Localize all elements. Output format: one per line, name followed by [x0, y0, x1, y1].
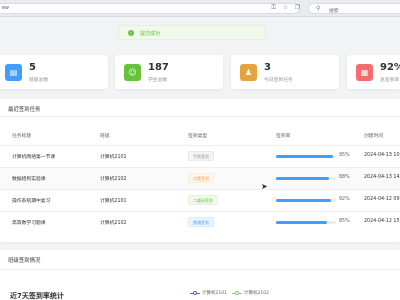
panel-title: 最近签到任务	[8, 107, 41, 113]
panel-title: 班级签到情况	[8, 258, 41, 264]
stat-label: 总签到率	[380, 78, 400, 83]
star-icon[interactable]: ☆	[282, 4, 289, 11]
column-header[interactable]: 班级	[100, 132, 110, 139]
stat-card-tasks: ♟ 3 今日签到任务	[231, 55, 339, 89]
divider	[0, 269, 400, 270]
column-header[interactable]: 签到类型	[188, 132, 207, 139]
stat-card-classes: ▤ 5 班级总数	[0, 55, 108, 89]
browser-actions: ⚿ ☆ ❐	[270, 3, 301, 12]
legend-line-icon	[190, 290, 200, 295]
column-header[interactable]: 任务标题	[12, 132, 31, 139]
person-icon: ♟	[240, 64, 257, 81]
task-time: 2024-04-13 14	[364, 175, 400, 180]
stat-label: 班级总数	[29, 78, 49, 83]
table-row[interactable]: 数据结构实验课 计算机2102 位置签到 88% 2024-04-13 14	[0, 167, 400, 189]
legend-item[interactable]: 计算机2101	[190, 290, 227, 296]
column-header[interactable]: 签到率	[276, 132, 290, 139]
legend-label: 计算机2102	[244, 291, 269, 296]
address-bar[interactable]: ew	[0, 3, 300, 14]
chart-title: 近7天签到率统计	[10, 292, 64, 300]
table-row[interactable]: 操作系统期中复习 计算机2101 二维码签到 92% 2024-04-12 09	[0, 189, 400, 211]
chart-icon: ▦	[356, 64, 373, 81]
browser-toolbar: ew ⚿ ☆ ❐ ⚲ 搜索	[0, 0, 400, 17]
progress-text: 85%	[339, 219, 350, 224]
signin-type-tag: 手势签到	[188, 151, 214, 161]
user-group-icon: ☺	[124, 64, 141, 81]
success-toast: ✓ 提交成功	[118, 25, 266, 40]
browser-search[interactable]: ⚲ 搜索	[308, 3, 400, 14]
search-label: 搜索	[329, 8, 339, 14]
progress-text: 92%	[339, 197, 350, 202]
task-time: 2024-04-12 15	[364, 219, 400, 224]
recent-tasks-panel: 最近签到任务 任务标题 班级 签到类型 签到率 创建时间 计算机网络第一节课 计…	[0, 99, 400, 242]
progress-fill	[276, 155, 333, 158]
progress-text: 95%	[339, 153, 350, 158]
progress-fill	[276, 221, 327, 224]
task-title: 高等数学习题课	[12, 221, 46, 226]
progress-bar	[276, 177, 336, 180]
stat-value: 92%	[380, 62, 400, 73]
legend-item[interactable]: 计算机2102	[232, 290, 269, 296]
divider	[0, 116, 400, 117]
progress-fill	[276, 177, 329, 180]
stat-value: 3	[264, 62, 271, 73]
progress-bar	[276, 155, 336, 158]
stat-card-students: ☺ 187 学生总数	[115, 55, 223, 89]
task-time: 2024-04-12 09	[364, 197, 400, 202]
legend-line-icon	[232, 290, 242, 295]
task-class: 计算机2102	[100, 177, 127, 182]
stat-value: 5	[29, 62, 36, 73]
task-title: 计算机网络第一节课	[12, 155, 56, 160]
task-title: 数据结构实验课	[12, 177, 46, 182]
check-circle-icon: ✓	[128, 30, 134, 36]
class-stats-panel: 班级签到情况 近7天签到率统计 计算机2101 计算机2102	[0, 250, 400, 300]
toast-message: 提交成功	[140, 31, 161, 38]
task-time: 2024-04-13 10	[364, 153, 400, 158]
search-icon: ⚲	[316, 5, 321, 12]
school-icon: ▤	[5, 64, 22, 81]
task-class: 计算机2102	[100, 221, 127, 226]
task-class: 计算机2101	[100, 199, 127, 204]
progress-bar	[276, 221, 336, 224]
stat-label: 今日签到任务	[264, 78, 293, 83]
progress-fill	[276, 199, 332, 202]
collections-icon[interactable]: ❐	[294, 4, 301, 11]
progress-bar	[276, 199, 336, 202]
stat-label: 学生总数	[148, 78, 168, 83]
key-icon[interactable]: ⚿	[270, 4, 277, 11]
stat-value: 187	[148, 62, 169, 73]
table-row[interactable]: 计算机网络第一节课 计算机2101 手势签到 95% 2024-04-13 10	[0, 145, 400, 167]
task-title: 操作系统期中复习	[12, 199, 51, 204]
column-header[interactable]: 创建时间	[364, 132, 383, 139]
signin-type-tag: 普通签到	[188, 217, 214, 227]
stat-card-rate: ▦ 92% 总签到率	[347, 55, 400, 89]
mouse-cursor-icon: ➤	[261, 182, 268, 191]
table-row[interactable]: 高等数学习题课 计算机2102 普通签到 85% 2024-04-12 15	[0, 211, 400, 233]
signin-type-tag: 位置签到	[188, 173, 214, 183]
legend-label: 计算机2101	[202, 291, 227, 296]
address-text: ew	[2, 6, 9, 11]
signin-type-tag: 二维码签到	[188, 195, 218, 205]
task-class: 计算机2101	[100, 155, 127, 160]
progress-text: 88%	[339, 175, 350, 180]
